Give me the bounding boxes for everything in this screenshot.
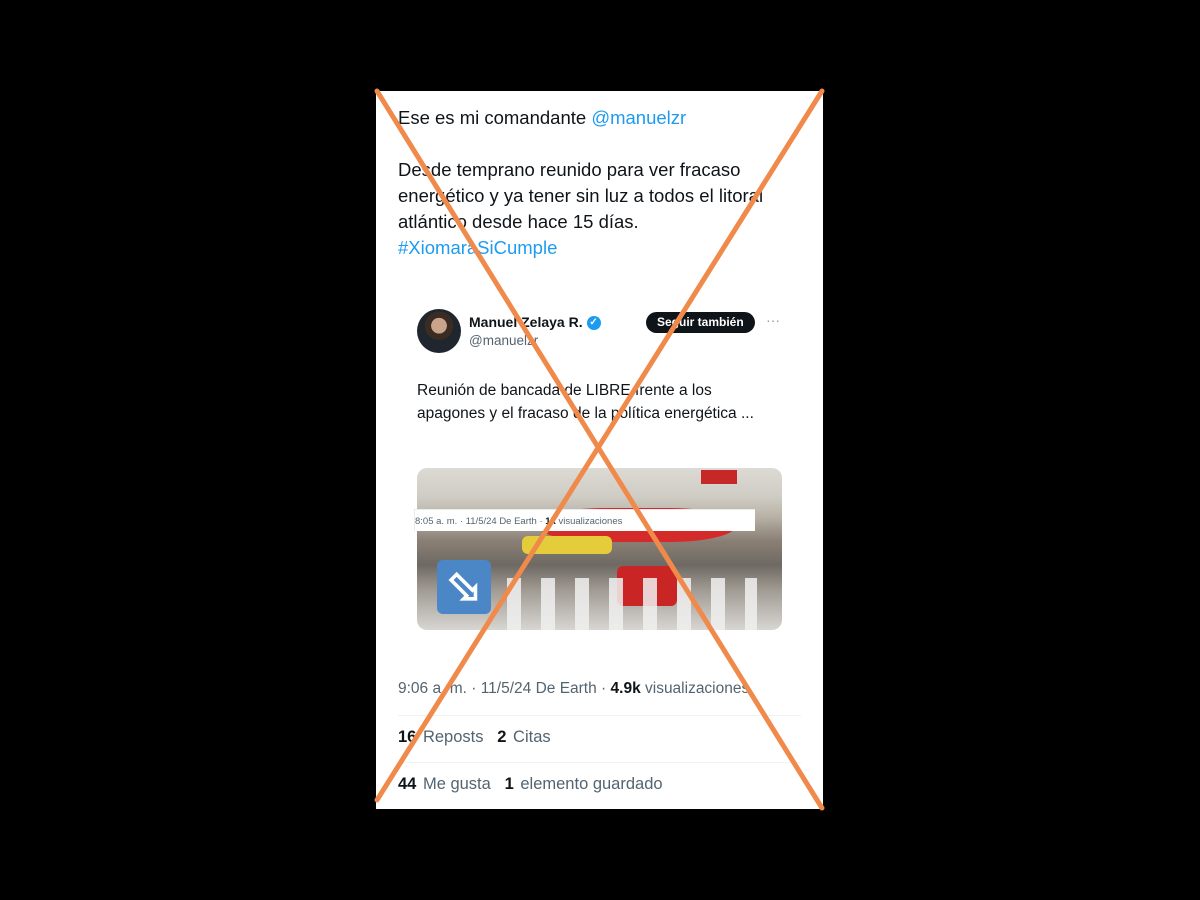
cross-out-overlay xyxy=(374,88,825,811)
